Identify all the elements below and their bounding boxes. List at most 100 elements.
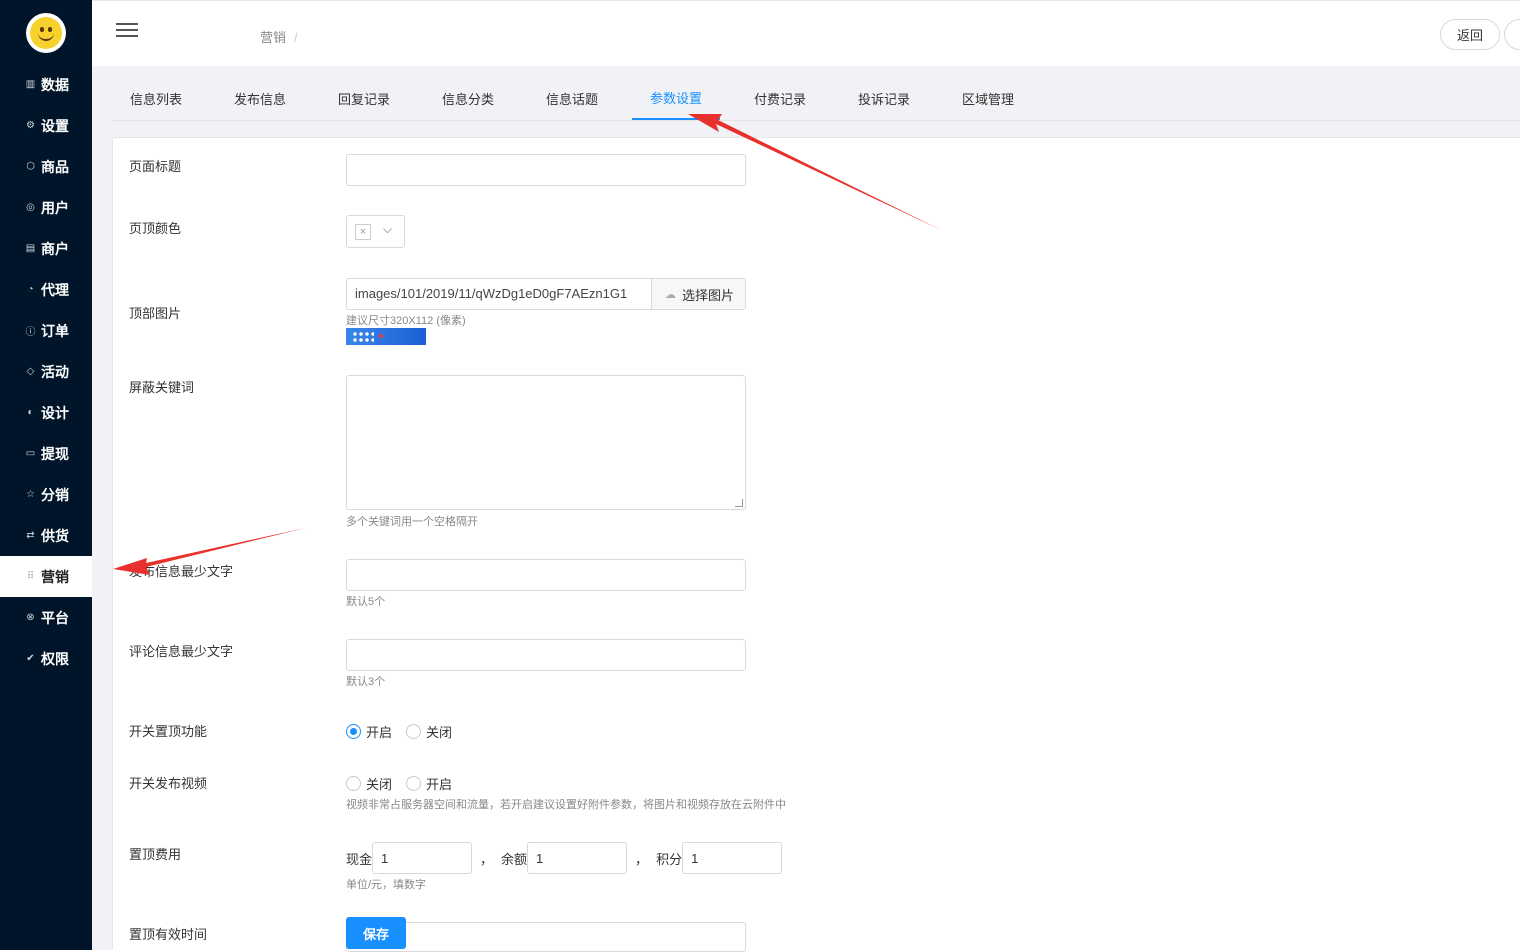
swap-icon: ⇄ bbox=[26, 530, 35, 541]
empty-color-swatch: × bbox=[355, 224, 371, 240]
sidebar-item[interactable]: ◔ 代理 bbox=[0, 269, 92, 310]
save-button[interactable]: 保存 bbox=[346, 917, 406, 949]
sidebar-item[interactable]: ⓘ 订单 bbox=[0, 310, 92, 351]
pie-icon: ◔ bbox=[27, 284, 34, 295]
breadcrumb: 营销 / bbox=[260, 27, 298, 46]
logo[interactable] bbox=[26, 13, 66, 53]
settings-panel bbox=[112, 137, 1520, 950]
balance-label: 余额 bbox=[501, 851, 528, 867]
sidebar-item-label: 商品 bbox=[41, 158, 69, 175]
tab-bar: 信息列表 发布信息 回复记录 信息分类 信息话题 参数设置 付费记录 投诉记录 区域管理 bbox=[112, 76, 1520, 121]
sidebar-item[interactable]: ⠿ 营销 bbox=[0, 556, 92, 597]
pin-duration-label: 置顶有效时间 bbox=[129, 927, 208, 942]
page-title-input[interactable] bbox=[346, 154, 746, 186]
cloud-upload-icon: ☁ bbox=[664, 288, 676, 301]
tab[interactable]: 区域管理 bbox=[944, 76, 1032, 120]
pin-feature-on-radio[interactable]: 开启 bbox=[346, 722, 392, 741]
sidebar-item[interactable]: ▥ 数据 bbox=[0, 64, 92, 105]
sidebar-item-label: 提现 bbox=[41, 445, 69, 462]
store-icon: ▤ bbox=[25, 243, 36, 254]
tab[interactable]: 信息分类 bbox=[424, 76, 512, 120]
radio-label: 开启 bbox=[426, 777, 453, 792]
min-post-chars-input[interactable] bbox=[346, 559, 746, 591]
grid-icon: ⠿ bbox=[26, 571, 35, 582]
check-circle-icon: ✔ bbox=[26, 653, 35, 664]
tab[interactable]: 发布信息 bbox=[216, 76, 304, 120]
header-image-thumbnail[interactable] bbox=[346, 328, 426, 345]
sidebar-item-label: 用户 bbox=[41, 199, 69, 216]
sidebar: ▥ 数据 ⚙ 设置 ⬡ 商品 ◎ 用户 ▤ 商户 ◔ 代理 ⓘ 订单 ◇ 活动 ◐ 设计 ▭ 提现 ☆ 分销 ⇄ 供货 ⠿ 营销 ⊗… bbox=[0, 0, 92, 950]
min-post-chars-help: 默认5个 bbox=[346, 596, 386, 608]
video-post-off-radio[interactable]: 关闭 bbox=[346, 774, 392, 793]
sidebar-item-label: 订单 bbox=[41, 322, 69, 339]
sidebar-item[interactable]: ⇄ 供货 bbox=[0, 515, 92, 556]
min-comment-chars-help: 默认3个 bbox=[346, 676, 386, 688]
header-color-picker[interactable]: × ⌵ bbox=[346, 215, 405, 248]
sidebar-item[interactable]: ☆ 分销 bbox=[0, 474, 92, 515]
sidebar-item-label: 设置 bbox=[41, 117, 69, 134]
sidebar-item[interactable]: ◐ 设计 bbox=[0, 392, 92, 433]
sidebar-item[interactable]: ✔ 权限 bbox=[0, 638, 92, 679]
header-image-label: 顶部图片 bbox=[129, 306, 182, 321]
video-post-on-radio[interactable]: 开启 bbox=[406, 774, 452, 793]
points-input[interactable]: 1 bbox=[682, 842, 783, 874]
blocked-keywords-textarea[interactable] bbox=[346, 375, 746, 510]
fee-separator: ， bbox=[480, 851, 494, 867]
user-icon: ◎ bbox=[26, 202, 35, 213]
tab[interactable]: 信息列表 bbox=[112, 76, 200, 120]
breadcrumb-item[interactable]: 营销 bbox=[260, 30, 286, 45]
header-image-path-input[interactable]: images/101/2019/11/qWzDg1eD0gF7AEzn1G1 bbox=[347, 279, 651, 309]
extra-button[interactable] bbox=[1504, 19, 1520, 50]
sidebar-item-label: 商户 bbox=[41, 240, 69, 257]
video-post-label: 开关发布视频 bbox=[129, 776, 208, 791]
header-image-help: 建议尺寸320X112 (像素) bbox=[346, 315, 466, 327]
sidebar-item[interactable]: ⚙ 设置 bbox=[0, 105, 92, 146]
blocked-keywords-label: 屏蔽关键词 bbox=[129, 380, 195, 395]
min-comment-chars-input[interactable] bbox=[346, 639, 746, 671]
balance-input[interactable]: 1 bbox=[527, 842, 628, 874]
header-color-label: 页顶颜色 bbox=[129, 221, 182, 236]
resize-handle-icon[interactable] bbox=[735, 499, 743, 507]
menu-toggle-icon[interactable] bbox=[116, 23, 138, 37]
min-post-chars-label: 发布信息最少文字 bbox=[129, 564, 234, 579]
palette-icon: ◐ bbox=[27, 407, 34, 418]
tab[interactable]: 信息话题 bbox=[528, 76, 616, 120]
sidebar-item[interactable]: ◇ 活动 bbox=[0, 351, 92, 392]
sidebar-item[interactable]: ▭ 提现 bbox=[0, 433, 92, 474]
sidebar-item[interactable]: ◎ 用户 bbox=[0, 187, 92, 228]
sidebar-item[interactable]: ▤ 商户 bbox=[0, 228, 92, 269]
back-button[interactable]: 返回 bbox=[1440, 19, 1500, 50]
sidebar-item-label: 代理 bbox=[41, 281, 69, 298]
bar-chart-icon: ▥ bbox=[25, 79, 36, 90]
tab[interactable]: 参数设置 bbox=[632, 76, 720, 120]
fee-separator: ， bbox=[635, 851, 649, 867]
tab[interactable]: 付费记录 bbox=[736, 76, 824, 120]
star-icon: ☆ bbox=[26, 489, 35, 500]
select-image-button[interactable]: ☁ 选择图片 bbox=[651, 279, 745, 309]
sidebar-item-label: 营销 bbox=[41, 568, 69, 585]
sidebar-item[interactable]: ⬡ 商品 bbox=[0, 146, 92, 187]
card-icon: ▭ bbox=[25, 448, 36, 459]
sidebar-item-label: 设计 bbox=[41, 404, 69, 421]
cash-input[interactable]: 1 bbox=[372, 842, 473, 874]
tab[interactable]: 回复记录 bbox=[320, 76, 408, 120]
header-image-field: images/101/2019/11/qWzDg1eD0gF7AEzn1G1 ☁… bbox=[346, 278, 746, 310]
page-title-label: 页面标题 bbox=[129, 159, 182, 174]
gear-icon: ⚙ bbox=[26, 120, 35, 131]
tab[interactable]: 投诉记录 bbox=[840, 76, 928, 120]
pin-fee-label: 置顶费用 bbox=[129, 847, 182, 862]
radio-label: 关闭 bbox=[366, 777, 393, 792]
pin-feature-label: 开关置顶功能 bbox=[129, 724, 208, 739]
sidebar-item-label: 分销 bbox=[41, 486, 69, 503]
pin-duration-input[interactable] bbox=[346, 922, 746, 952]
select-image-label: 选择图片 bbox=[681, 287, 734, 303]
sidebar-item-label: 数据 bbox=[41, 76, 69, 93]
min-comment-chars-label: 评论信息最少文字 bbox=[129, 644, 234, 659]
pin-fee-help: 单位/元，填数字 bbox=[346, 879, 427, 891]
pin-feature-off-radio[interactable]: 关闭 bbox=[406, 722, 452, 741]
platform-icon: ⊗ bbox=[26, 612, 35, 623]
smiley-logo-icon bbox=[30, 17, 62, 49]
sidebar-item[interactable]: ⊗ 平台 bbox=[0, 597, 92, 638]
video-post-help: 视频非常占服务器空间和流量，若开启建议设置好附件参数，将图片和视频存放在云附件中 bbox=[346, 799, 786, 811]
pin-fee-row: 现金 1 ， 余额 1 ， 积分 1 bbox=[346, 842, 783, 874]
